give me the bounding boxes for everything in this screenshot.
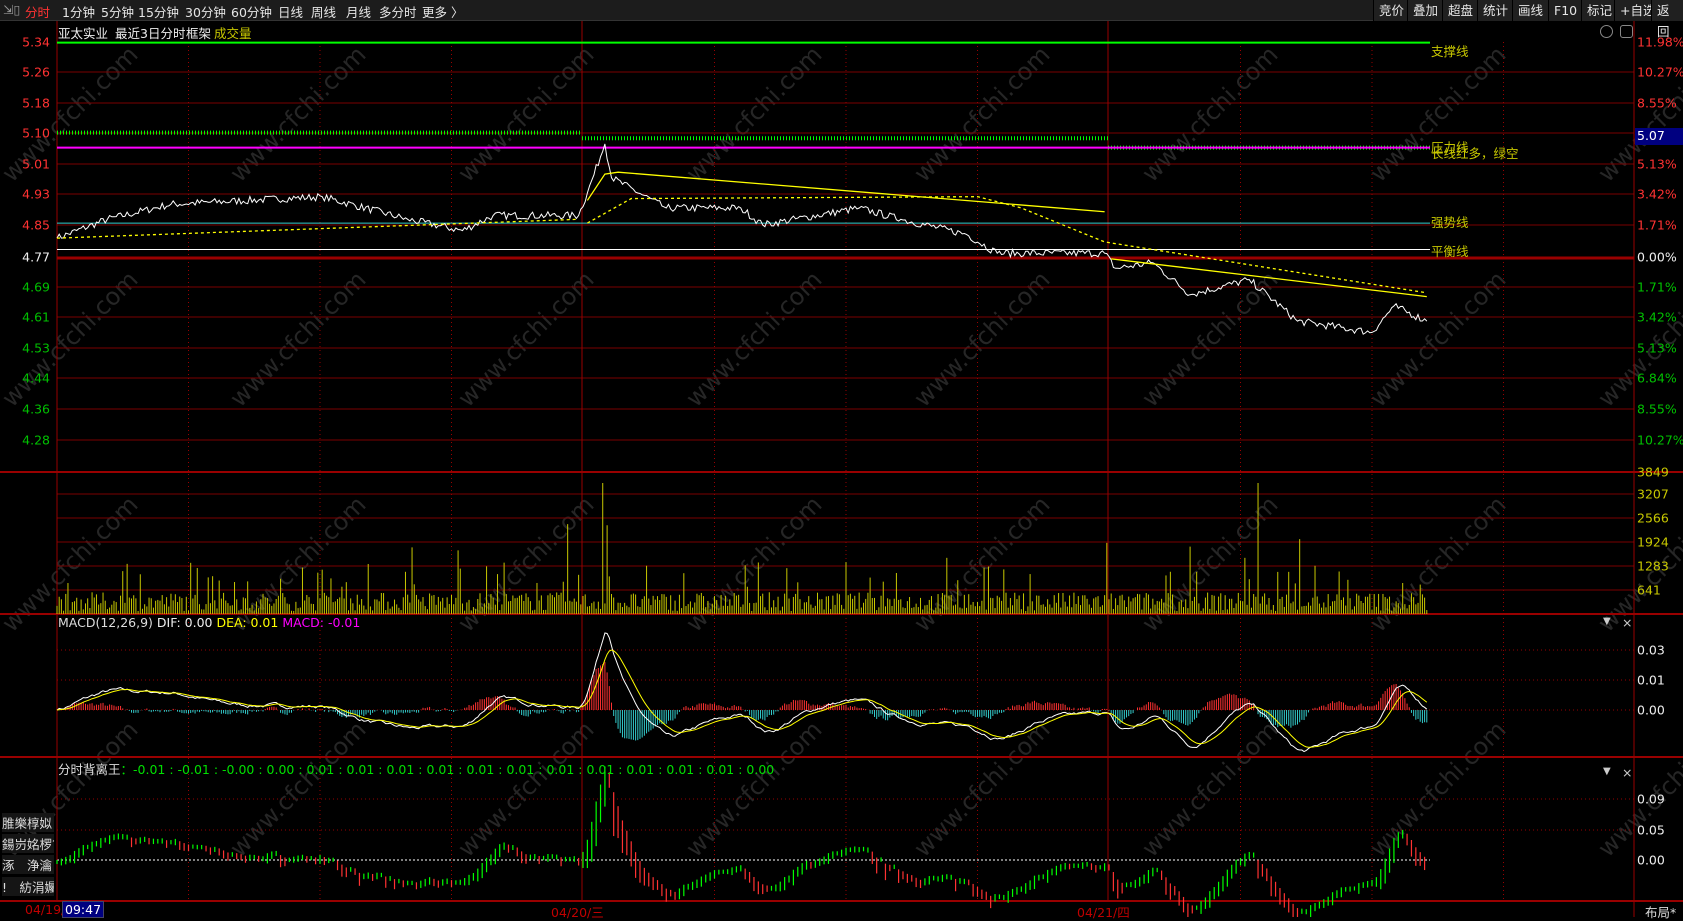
price-tick: 5.01: [22, 156, 50, 172]
macd-tick: 0.03: [1637, 642, 1665, 658]
volume-tick: 2566: [1637, 510, 1669, 526]
price-tick: 4.28: [22, 432, 50, 448]
period-tab[interactable]: 多分时: [379, 2, 417, 21]
macd-dea: DEA: 0.01: [216, 615, 279, 630]
volume-tick: 3849: [1637, 464, 1669, 480]
percent-tick: 10.27%: [1637, 64, 1683, 80]
side-item[interactable]: 鍚岃姳椤?(: [2, 834, 54, 853]
price-tick: 4.93: [22, 186, 50, 202]
price-tick: 5.34: [22, 34, 50, 50]
price-tick: 4.36: [22, 401, 50, 417]
average-dotted-line: [56, 218, 579, 239]
price-tick: 4.44: [22, 370, 50, 386]
period-tab[interactable]: 周线: [311, 2, 336, 21]
divergence-close-icon[interactable]: ×: [1622, 765, 1632, 780]
toolbar-button[interactable]: 返回: [1651, 0, 1683, 39]
stock-name: 亚太实业: [58, 26, 109, 41]
balance-line-label: 平衡线: [1431, 244, 1469, 259]
price-tick: 5.26: [22, 64, 50, 80]
macd-tick: 0.00: [1637, 702, 1665, 718]
macd-tick: 0.01: [1637, 672, 1665, 688]
trend-note-label: 长线红多，绿空: [1431, 146, 1519, 161]
expand-icon[interactable]: [1600, 25, 1613, 38]
macd-value: MACD: -0.01: [282, 615, 361, 630]
average-dotted-line: [587, 196, 1427, 294]
price-tick: 4.53: [22, 340, 50, 356]
divergence-values: ：-0.01 : -0.01 : -0.00 : 0.00 : 0.01 : 0…: [120, 762, 775, 777]
mode-label[interactable]: 最近3日分时: [115, 23, 185, 42]
date-label-1: 04/19/: [25, 902, 66, 917]
percent-tick: 1.71%: [1637, 217, 1677, 233]
percent-tick: 0.00%: [1637, 249, 1677, 265]
percent-tick: 8.55%: [1637, 401, 1677, 417]
price-tick: 4.61: [22, 309, 50, 325]
period-tab[interactable]: 月线: [346, 2, 371, 21]
top-toolbar: ⇲▯ 分时 1分钟 5分钟 15分钟 30分钟 60分钟 日线 周线 月线 多分时 更多 〉 竞价叠…: [0, 0, 1683, 39]
percent-tick: 3.42%: [1637, 186, 1677, 202]
divergence-tick: 0.00: [1637, 852, 1665, 868]
percent-tick: 1.71%: [1637, 279, 1677, 295]
percent-tick: 5.13%: [1637, 340, 1677, 356]
price-tick: 5.18: [22, 95, 50, 111]
toolbar-button[interactable]: 竞价: [1373, 0, 1410, 21]
macd-dif: DIF: 0.00: [156, 615, 213, 630]
toolbar-button[interactable]: 标记: [1581, 0, 1618, 21]
macd-close-icon[interactable]: ×: [1622, 615, 1632, 630]
volume-tick: 1924: [1637, 534, 1669, 550]
panel-toggle-icon[interactable]: [1620, 25, 1633, 38]
window-menu-icon[interactable]: ⇲▯: [3, 2, 20, 17]
price-line: [56, 143, 1428, 335]
percent-tick: 5.13%: [1637, 156, 1677, 172]
support-line-label: 支撑线: [1431, 44, 1469, 59]
period-tab[interactable]: 更多 〉: [422, 2, 463, 21]
period-tab[interactable]: 30分钟: [185, 2, 226, 21]
date-label-2: 04/20/三: [551, 905, 604, 920]
toolbar-button[interactable]: 统计: [1477, 0, 1514, 21]
dea-line: [56, 649, 1428, 748]
period-tab[interactable]: 60分钟: [231, 2, 272, 21]
period-tab[interactable]: 分时: [25, 2, 50, 21]
volume-tick: 3207: [1637, 486, 1669, 502]
price-tick: 4.77: [22, 249, 50, 265]
period-tab[interactable]: 5分钟: [101, 2, 134, 21]
macd-legend: MACD(12,26,9) DIF: 0.00 DEA: 0.01 MACD: …: [58, 615, 360, 630]
frame-label[interactable]: 框架: [186, 23, 211, 42]
divergence-tick: 0.09: [1637, 791, 1665, 807]
toolbar-button[interactable]: 画线: [1512, 0, 1549, 21]
percent-tick: 10.27%: [1637, 432, 1683, 448]
period-tab[interactable]: 15分钟: [138, 2, 179, 21]
percent-tick: 3.42%: [1637, 309, 1677, 325]
toolbar-button[interactable]: 叠加: [1407, 0, 1444, 21]
percent-tick: 6.84%: [1637, 370, 1677, 386]
date-label-3: 04/21/四: [1077, 905, 1130, 920]
current-price-box: 5.07: [1635, 128, 1683, 145]
volume-tick: 1283: [1637, 558, 1669, 574]
toolbar-button[interactable]: F10: [1548, 0, 1583, 21]
toolbar-button[interactable]: 超盘: [1442, 0, 1479, 21]
macd-title: MACD(12,26,9): [58, 615, 153, 630]
average-line: [1111, 258, 1427, 298]
price-tick: 4.69: [22, 279, 50, 295]
strong-line-label: 强势线: [1431, 215, 1469, 230]
divergence-dropdown-icon[interactable]: ▼: [1603, 766, 1611, 777]
percent-tick: 11.98%: [1637, 34, 1683, 50]
percent-tick: 8.55%: [1637, 95, 1677, 111]
side-item[interactable]: ! 紡涓孎: [2, 877, 54, 896]
side-item[interactable]: 涿 浄瀹: [2, 855, 54, 874]
divergence-tick: 0.05: [1637, 822, 1665, 838]
divergence-title: 分时背离王: [58, 762, 121, 777]
price-tick: 4.85: [22, 217, 50, 233]
cursor-time: 09:47: [62, 901, 105, 918]
price-tick: 5.10: [22, 125, 50, 141]
period-tab[interactable]: 1分钟: [62, 2, 95, 21]
dif-line: [56, 632, 1428, 753]
macd-dropdown-icon[interactable]: ▼: [1603, 616, 1611, 627]
volume-tick: 641: [1637, 582, 1661, 598]
volume-indicator-label[interactable]: 成交量: [214, 23, 252, 42]
divergence-legend: 分时背离王：-0.01 : -0.01 : -0.00 : 0.00 : 0.0…: [58, 759, 774, 778]
side-item[interactable]: 脽樂椁姒: [2, 813, 54, 832]
layout-button[interactable]: 布局*: [1645, 902, 1676, 921]
period-tab[interactable]: 日线: [278, 2, 303, 21]
